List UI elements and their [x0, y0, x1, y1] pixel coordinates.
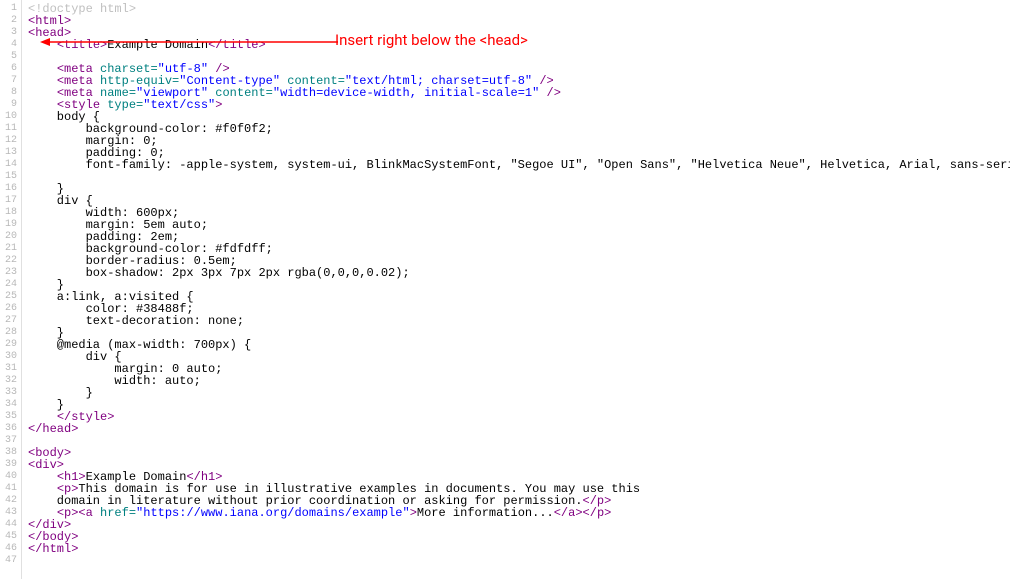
- line-number: 39: [2, 459, 17, 471]
- line-number: 12: [2, 135, 17, 147]
- code-line: font-family: -apple-system, system-ui, B…: [28, 159, 1010, 171]
- line-number: 13: [2, 147, 17, 159]
- line-number: 20: [2, 231, 17, 243]
- line-number: 22: [2, 255, 17, 267]
- line-number: 35: [2, 411, 17, 423]
- code-line: <p><a href="https://www.iana.org/domains…: [28, 507, 1010, 519]
- line-number: 9: [2, 99, 17, 111]
- line-number: 33: [2, 387, 17, 399]
- code-line: </html>: [28, 543, 1010, 555]
- code-area[interactable]: <!doctype html><html><head> <title>Examp…: [22, 0, 1010, 579]
- line-number: 24: [2, 279, 17, 291]
- line-number: 17: [2, 195, 17, 207]
- code-line: width: auto;: [28, 375, 1010, 387]
- line-number: 45: [2, 531, 17, 543]
- line-number: 25: [2, 291, 17, 303]
- line-number: 32: [2, 375, 17, 387]
- line-number: 29: [2, 339, 17, 351]
- line-number: 8: [2, 87, 17, 99]
- code-line: </body>: [28, 531, 1010, 543]
- line-number: 23: [2, 267, 17, 279]
- code-line: <!doctype html>: [28, 3, 1010, 15]
- line-number: 47: [2, 555, 17, 567]
- code-line: @media (max-width: 700px) {: [28, 339, 1010, 351]
- line-number: 38: [2, 447, 17, 459]
- line-number: 34: [2, 399, 17, 411]
- code-line: margin: 0;: [28, 135, 1010, 147]
- line-number: 31: [2, 363, 17, 375]
- code-line: </style>: [28, 411, 1010, 423]
- line-number: 2: [2, 15, 17, 27]
- line-number: 14: [2, 159, 17, 171]
- line-number: 37: [2, 435, 17, 447]
- code-line: <style type="text/css">: [28, 99, 1010, 111]
- code-line: [28, 435, 1010, 447]
- line-number: 26: [2, 303, 17, 315]
- code-line: }: [28, 387, 1010, 399]
- line-number: 42: [2, 495, 17, 507]
- line-number: 21: [2, 243, 17, 255]
- line-number: 44: [2, 519, 17, 531]
- code-line: <body>: [28, 447, 1010, 459]
- code-line: box-shadow: 2px 3px 7px 2px rgba(0,0,0,0…: [28, 267, 1010, 279]
- line-number: 5: [2, 51, 17, 63]
- line-number: 36: [2, 423, 17, 435]
- line-number: 16: [2, 183, 17, 195]
- code-line: </head>: [28, 423, 1010, 435]
- line-number: 15: [2, 171, 17, 183]
- line-number: 18: [2, 207, 17, 219]
- line-number: 28: [2, 327, 17, 339]
- code-line: <html>: [28, 15, 1010, 27]
- code-line: [28, 555, 1010, 567]
- code-line: }: [28, 183, 1010, 195]
- line-number: 41: [2, 483, 17, 495]
- line-number: 46: [2, 543, 17, 555]
- line-number: 7: [2, 75, 17, 87]
- line-number: 30: [2, 351, 17, 363]
- code-line: }: [28, 399, 1010, 411]
- line-number: 40: [2, 471, 17, 483]
- line-number: 3: [2, 27, 17, 39]
- line-number: 19: [2, 219, 17, 231]
- code-line: background-color: #f0f0f2;: [28, 123, 1010, 135]
- line-number: 10: [2, 111, 17, 123]
- code-line: [28, 171, 1010, 183]
- code-line: <title>Example Domain</title>: [28, 39, 1010, 51]
- line-number: 43: [2, 507, 17, 519]
- code-editor: 1234567891011121314151617181920212223242…: [0, 0, 1010, 579]
- line-number: 11: [2, 123, 17, 135]
- line-number: 4: [2, 39, 17, 51]
- code-line: </div>: [28, 519, 1010, 531]
- line-number: 1: [2, 3, 17, 15]
- line-number: 6: [2, 63, 17, 75]
- code-line: text-decoration: none;: [28, 315, 1010, 327]
- line-number-gutter: 1234567891011121314151617181920212223242…: [0, 0, 22, 579]
- line-number: 27: [2, 315, 17, 327]
